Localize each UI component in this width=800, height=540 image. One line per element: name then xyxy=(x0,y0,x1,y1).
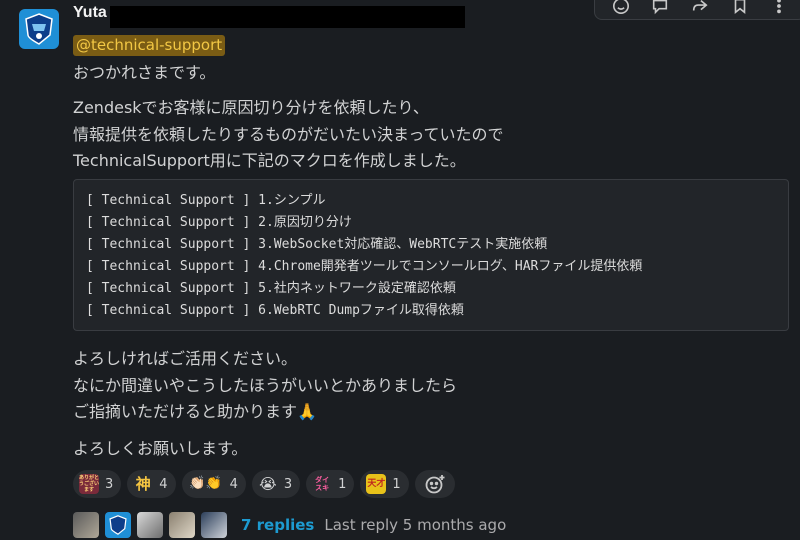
reaction-kami[interactable]: 神 4 xyxy=(127,470,176,498)
greeting-text: おつかれさまです。 xyxy=(73,63,216,82)
redacted-name-bar xyxy=(110,6,465,28)
thread-icon xyxy=(653,0,668,15)
reaction-count: 4 xyxy=(229,476,238,492)
code-line: [ Technical Support ] 6.WebRTC Dumpファイル取… xyxy=(86,303,464,318)
author-name[interactable]: Yuta xyxy=(73,4,107,22)
reply-in-thread-button[interactable] xyxy=(650,0,670,16)
crying-face-icon: 😭 xyxy=(259,475,277,493)
add-reaction-toolbar-button[interactable] xyxy=(611,0,631,16)
reaction-arigatou[interactable]: ありがとうございます 3 xyxy=(73,470,122,498)
reaction-daisuki[interactable]: ダイスキ 1 xyxy=(306,470,355,498)
reaction-tensai[interactable]: 天才 1 xyxy=(360,470,409,498)
last-reply-time: Last reply 5 months ago xyxy=(324,516,507,534)
code-line: [ Technical Support ] 3.WebSocket対応確認、We… xyxy=(86,237,548,252)
reaction-count: 3 xyxy=(283,476,293,492)
outro-line: ご指摘いただけると助かります🙏 xyxy=(73,402,317,421)
reply-avatar xyxy=(169,512,195,538)
message-actions-toolbar xyxy=(594,0,800,20)
reply-avatar xyxy=(73,512,99,538)
code-line: [ Technical Support ] 1.シンプル xyxy=(86,193,326,208)
thread-summary[interactable]: 7 replies Last reply 5 months ago xyxy=(73,511,506,539)
mention-group[interactable]: @technical-support xyxy=(73,35,226,56)
team-crest-icon xyxy=(109,515,127,535)
tensai-icon: 天才 xyxy=(366,474,387,494)
add-reaction-button[interactable] xyxy=(414,470,455,498)
reaction-count: 1 xyxy=(392,476,401,492)
closing-text: よろしくお願いします。 xyxy=(73,439,248,458)
save-button[interactable] xyxy=(730,0,750,16)
reaction-clap[interactable]: 👏🏻👏 4 xyxy=(181,470,246,498)
kami-icon: 神 xyxy=(135,475,151,493)
code-block: [ Technical Support ] 1.シンプル [ Technical… xyxy=(73,179,789,331)
author-avatar[interactable] xyxy=(19,9,59,49)
intro-line: TechnicalSupport用に下記のマクロを作成しました。 xyxy=(73,151,466,170)
reply-avatar xyxy=(137,512,163,538)
reaction-crying[interactable]: 😭 3 xyxy=(251,470,301,498)
outro-line: なにか間違いやこうしたほうがいいとかありましたら xyxy=(73,376,458,395)
code-line: [ Technical Support ] 4.Chrome開発者ツールでコンソ… xyxy=(86,259,643,274)
intro-line: 情報提供を依頼したりするものがだいたい決まっていたので xyxy=(73,125,504,144)
team-crest-icon xyxy=(25,13,53,45)
reply-avatar xyxy=(201,512,227,538)
smiley-icon xyxy=(612,0,629,15)
reaction-count: 4 xyxy=(159,476,168,492)
reactions-bar: ありがとうございます 3 神 4 👏🏻👏 4 😭 3 ダイスキ 1 天才 1 xyxy=(73,470,455,498)
outro-line: よろしければご活用ください。 xyxy=(73,349,298,368)
daisuki-icon: ダイスキ xyxy=(315,476,330,492)
clap-icon: 👏🏻👏 xyxy=(189,476,222,491)
reaction-count: 1 xyxy=(338,476,347,492)
code-line: [ Technical Support ] 2.原因切り分け xyxy=(86,215,352,230)
bookmark-icon xyxy=(734,0,745,14)
forward-arrow-icon xyxy=(692,0,708,11)
reply-avatar xyxy=(105,512,131,538)
arigatou-gozaimasu-icon: ありがとうございます xyxy=(79,474,100,494)
reaction-count: 3 xyxy=(105,476,114,492)
share-button[interactable] xyxy=(690,0,710,16)
more-vertical-icon xyxy=(777,0,782,14)
add-emoji-icon xyxy=(425,475,445,494)
code-line: [ Technical Support ] 5.社内ネットワーク設定確認依頼 xyxy=(86,281,456,296)
intro-line: Zendeskでお客様に原因切り分けを依頼したり、 xyxy=(73,98,429,117)
replies-link[interactable]: 7 replies xyxy=(241,516,314,534)
more-actions-button[interactable] xyxy=(769,0,789,16)
